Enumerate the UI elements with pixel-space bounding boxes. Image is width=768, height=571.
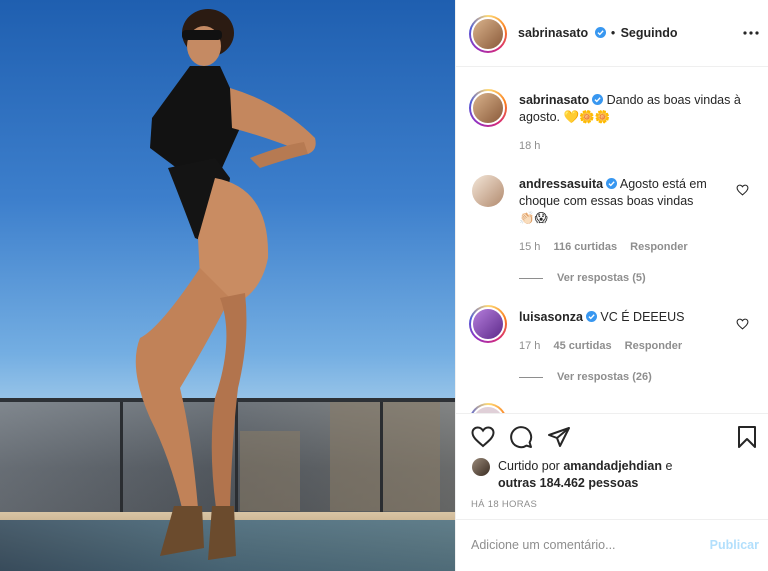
comment-input[interactable]: Adicione um comentário... [471, 538, 616, 552]
caption-time: 18 h [519, 140, 541, 152]
view-replies-button[interactable]: Ver respostas (26) [519, 371, 652, 383]
author-username[interactable]: sabrinasato [518, 26, 588, 40]
publish-button[interactable]: Publicar [710, 538, 759, 552]
comment-avatar[interactable] [469, 305, 507, 343]
comment-time: 17 h [519, 340, 541, 352]
comment-1: andressasuita Agosto está em choque com … [519, 176, 734, 227]
more-options-icon[interactable] [743, 30, 759, 36]
photo-rail-post [380, 402, 383, 512]
view-replies-button[interactable]: Ver respostas (5) [519, 272, 646, 284]
verified-badge-icon [585, 311, 597, 322]
caption-username[interactable]: sabrinasato [519, 93, 589, 107]
comment-avatar[interactable] [472, 175, 504, 207]
like-heart-icon[interactable] [471, 425, 495, 449]
likes-suffix: e [665, 459, 673, 473]
likes-others[interactable]: outras 184.462 pessoas [498, 476, 638, 490]
reply-button[interactable]: Responder [630, 241, 687, 253]
instagram-post-modal: sabrinasato • Seguindo sabrinasato Dando… [0, 0, 768, 571]
likes-summary: Curtido por amandadjehdian e outras 184.… [498, 458, 758, 492]
comment-time: 15 h [519, 241, 541, 253]
caption-avatar[interactable] [469, 89, 507, 127]
photo-city-building [330, 401, 440, 511]
author-avatar[interactable] [469, 15, 507, 53]
post-side-panel: sabrinasato • Seguindo sabrinasato Dando… [455, 0, 768, 571]
comment-likes[interactable]: 45 curtidas [553, 340, 611, 352]
post-timestamp[interactable]: HÁ 18 HORAS [471, 499, 537, 510]
caption: sabrinasato Dando as boas vindas à agost… [519, 92, 754, 126]
comment-likes[interactable]: 116 curtidas [553, 241, 617, 253]
likes-user[interactable]: amandadjehdian [563, 459, 662, 473]
verified-badge-icon [594, 27, 606, 38]
verified-badge-icon [592, 94, 604, 105]
follow-status[interactable]: Seguindo [621, 26, 678, 40]
like-comment-heart-icon[interactable] [736, 184, 749, 196]
comment-avatar[interactable] [469, 403, 507, 413]
separator-dot: • [610, 26, 616, 40]
photo-figure [135, 9, 316, 560]
comment-username[interactable]: luisasonza [519, 310, 583, 324]
comment-meta: 15 h 116 curtidas Responder [519, 241, 698, 253]
likes-prefix: Curtido por [498, 459, 560, 473]
share-send-icon[interactable] [547, 425, 571, 449]
save-bookmark-icon[interactable] [735, 425, 759, 449]
reply-button[interactable]: Responder [625, 340, 682, 352]
post-actions: Curtido por amandadjehdian e outras 184.… [456, 413, 768, 519]
add-comment-bar: Adicione um comentário... Publicar [456, 519, 768, 571]
verified-badge-icon [606, 178, 618, 189]
comment-emojis: 👏🏻😱 [519, 211, 548, 225]
post-photo[interactable] [0, 0, 455, 571]
caption-emojis: 💛🌼🌼 [563, 110, 611, 124]
comment-2: luisasonza VC É DEEEUS [519, 309, 734, 326]
comment-meta: 17 h 45 curtidas Responder [519, 340, 692, 352]
liker-avatar[interactable] [472, 458, 490, 476]
post-header: sabrinasato • Seguindo [456, 0, 768, 67]
comments-list[interactable]: sabrinasato Dando as boas vindas à agost… [456, 67, 768, 413]
comment-text: VC É DEEEUS [600, 310, 685, 324]
like-comment-heart-icon[interactable] [736, 318, 749, 330]
comment-username[interactable]: andressasuita [519, 177, 603, 191]
comment-bubble-icon[interactable] [509, 425, 533, 449]
